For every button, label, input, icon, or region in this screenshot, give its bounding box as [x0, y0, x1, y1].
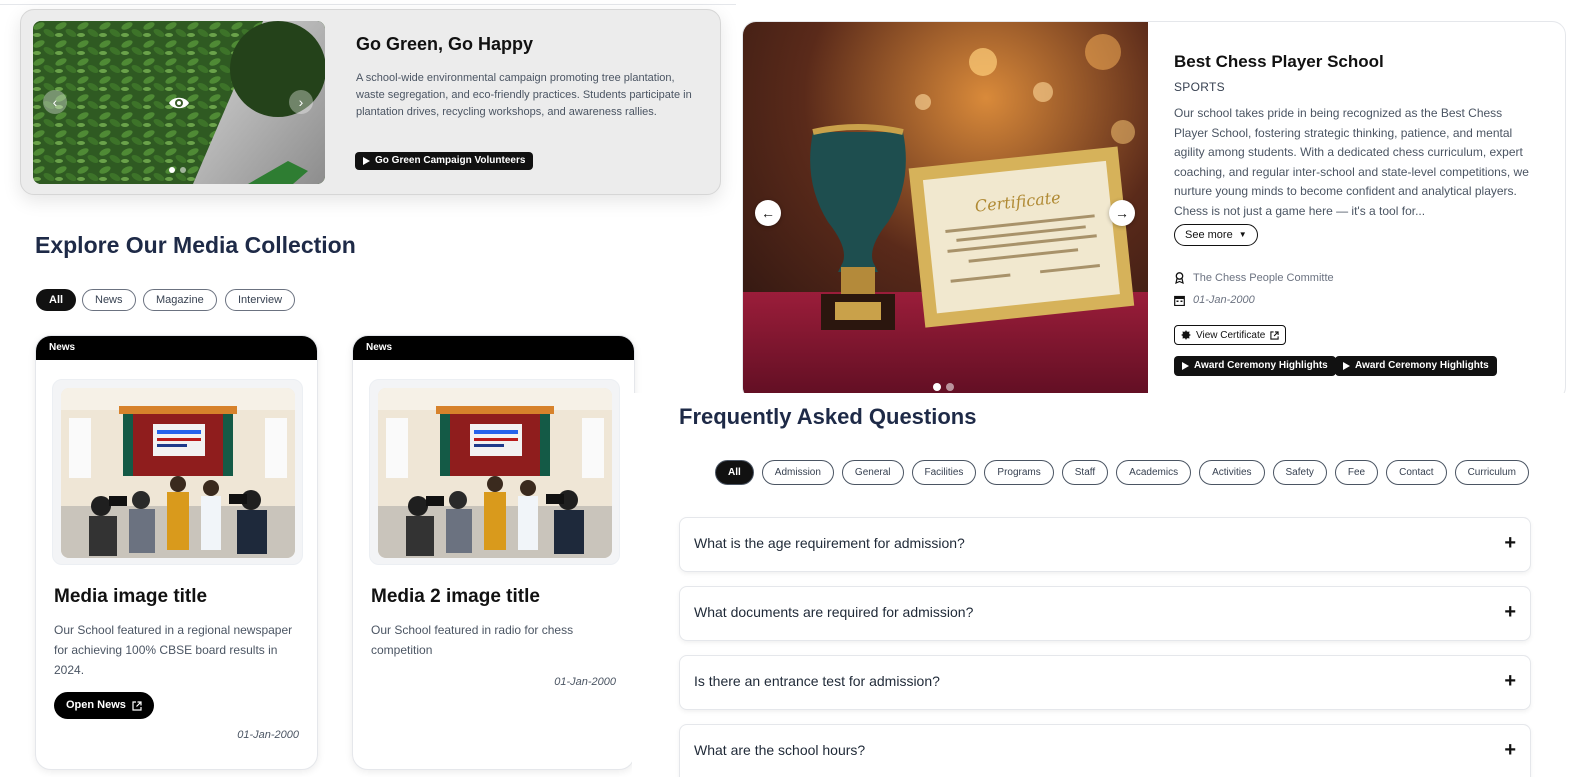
eye-icon[interactable]	[167, 91, 191, 115]
media-card-image[interactable]	[378, 388, 612, 558]
campaign-carousel-dots	[169, 167, 186, 173]
play-icon	[1182, 362, 1189, 370]
award-committee: The Chess People Committe	[1174, 272, 1334, 284]
trophy-certificate-image: Certificate	[743, 22, 1148, 400]
faq-item[interactable]: What documents are required for admissio…	[679, 586, 1531, 641]
see-more-label: See more	[1185, 229, 1233, 241]
carousel-dot[interactable]	[169, 167, 175, 173]
plus-icon[interactable]: +	[1504, 532, 1516, 554]
award-highlights-label: Award Ceremony Highlights	[1355, 360, 1489, 371]
faq-filter-activities[interactable]: Activities	[1199, 460, 1265, 485]
media-card-title: Media image title	[54, 586, 208, 607]
faq-filter-general[interactable]: General	[841, 460, 904, 485]
award-title: Best Chess Player School	[1174, 52, 1384, 71]
award-carousel-dots	[933, 383, 954, 391]
faq-filter-all[interactable]: All	[715, 460, 754, 485]
top-divider	[0, 4, 736, 5]
plus-icon[interactable]: +	[1504, 670, 1516, 692]
award-highlights-button[interactable]: Award Ceremony Highlights	[1335, 356, 1497, 376]
faq-question: What are the school hours?	[694, 742, 866, 758]
faq-filter-curriculum[interactable]: Curriculum	[1454, 460, 1529, 485]
faq-filter-staff[interactable]: Staff	[1061, 460, 1109, 485]
faq-filter-programs[interactable]: Programs	[984, 460, 1054, 485]
open-news-label: Open News	[66, 699, 126, 711]
carousel-dot[interactable]	[946, 383, 954, 391]
media-card-image-frame	[369, 379, 620, 565]
faq-filter-academics[interactable]: Academics	[1116, 460, 1192, 485]
faq-item[interactable]: What are the school hours? +	[679, 724, 1531, 777]
campaign-next-button[interactable]: ›	[289, 90, 313, 114]
media-card-image-frame	[52, 379, 303, 565]
faq-section	[632, 393, 1584, 777]
media-card-category: News	[36, 336, 317, 360]
media-card-date: 01-Jan-2000	[237, 729, 299, 741]
award-ribbon-icon	[1175, 272, 1184, 284]
award-next-button[interactable]: →	[1109, 200, 1135, 226]
award-category: SPORTS	[1174, 80, 1225, 94]
award-description: Our school takes pride in being recogniz…	[1174, 106, 1529, 218]
faq-filter-facilities[interactable]: Facilities	[911, 460, 977, 485]
carousel-dot[interactable]	[933, 383, 941, 391]
certificate-badge-icon	[1181, 330, 1191, 340]
campaign-image-carousel[interactable]: ‹ ›	[33, 21, 325, 184]
award-image-carousel[interactable]: Certificate ← →	[743, 22, 1148, 400]
media-filter-news[interactable]: News	[82, 289, 136, 311]
media-card-image[interactable]	[61, 388, 295, 558]
campaign-button-label: Go Green Campaign Volunteers	[375, 155, 526, 166]
play-icon	[363, 157, 370, 165]
view-certificate-label: View Certificate	[1196, 329, 1266, 341]
faq-question: What is the age requirement for admissio…	[694, 535, 965, 551]
faq-filter-contact[interactable]: Contact	[1386, 460, 1447, 485]
media-card[interactable]: News	[352, 335, 635, 770]
faq-filter-safety[interactable]: Safety	[1272, 460, 1327, 485]
open-news-button[interactable]: Open News	[54, 692, 154, 719]
faq-question: Is there an entrance test for admission?	[694, 673, 940, 689]
media-card[interactable]: News	[35, 335, 318, 770]
see-more-button[interactable]: See more ▼	[1174, 224, 1258, 246]
media-filter-magazine[interactable]: Magazine	[143, 289, 217, 311]
media-heading: Explore Our Media Collection	[35, 232, 356, 258]
media-card-category: News	[353, 336, 634, 360]
campaign-prev-button[interactable]: ‹	[43, 90, 67, 114]
faq-item[interactable]: Is there an entrance test for admission?…	[679, 655, 1531, 710]
calendar-icon	[1174, 295, 1185, 306]
external-link-icon	[1270, 330, 1279, 340]
award-date: 01-Jan-2000	[1174, 294, 1255, 306]
faq-item[interactable]: What is the age requirement for admissio…	[679, 517, 1531, 572]
award-highlights-label: Award Ceremony Highlights	[1194, 360, 1328, 371]
faq-filter-fee[interactable]: Fee	[1334, 460, 1379, 485]
award-highlights-button[interactable]: Award Ceremony Highlights	[1174, 356, 1336, 376]
campaign-card: ‹ › Go Green, Go Happy A school-wide env…	[20, 9, 721, 195]
media-filter-all[interactable]: All	[36, 289, 77, 311]
caret-down-icon: ▼	[1238, 230, 1247, 239]
award-card: Certificate ← → Best Chess Player School…	[742, 21, 1566, 401]
play-icon	[1343, 362, 1350, 370]
plus-icon[interactable]: +	[1504, 739, 1516, 761]
external-link-icon	[132, 700, 142, 711]
award-date-text: 01-Jan-2000	[1193, 294, 1255, 306]
faq-filter-admission[interactable]: Admission	[761, 460, 834, 485]
media-card-date: 01-Jan-2000	[554, 676, 616, 688]
faq-question: What documents are required for admissio…	[694, 604, 974, 620]
plus-icon[interactable]: +	[1504, 601, 1516, 623]
media-card-title: Media 2 image title	[371, 586, 540, 607]
campaign-volunteers-button[interactable]: Go Green Campaign Volunteers	[355, 152, 534, 170]
faq-heading: Frequently Asked Questions	[679, 404, 977, 429]
faq-filter-bar: All Admission General Facilities Program…	[715, 460, 1529, 485]
award-prev-button[interactable]: ←	[755, 200, 781, 226]
carousel-dot[interactable]	[180, 167, 186, 173]
media-card-description: Our School featured in a regional newspa…	[54, 623, 293, 677]
media-filter-interview[interactable]: Interview	[225, 289, 296, 311]
view-certificate-button[interactable]: View Certificate	[1174, 325, 1287, 345]
media-card-description: Our School featured in radio for chess c…	[371, 623, 574, 657]
campaign-description: A school-wide environmental campaign pro…	[356, 72, 692, 118]
award-committee-text: The Chess People Committe	[1193, 272, 1334, 284]
campaign-title: Go Green, Go Happy	[356, 34, 534, 54]
